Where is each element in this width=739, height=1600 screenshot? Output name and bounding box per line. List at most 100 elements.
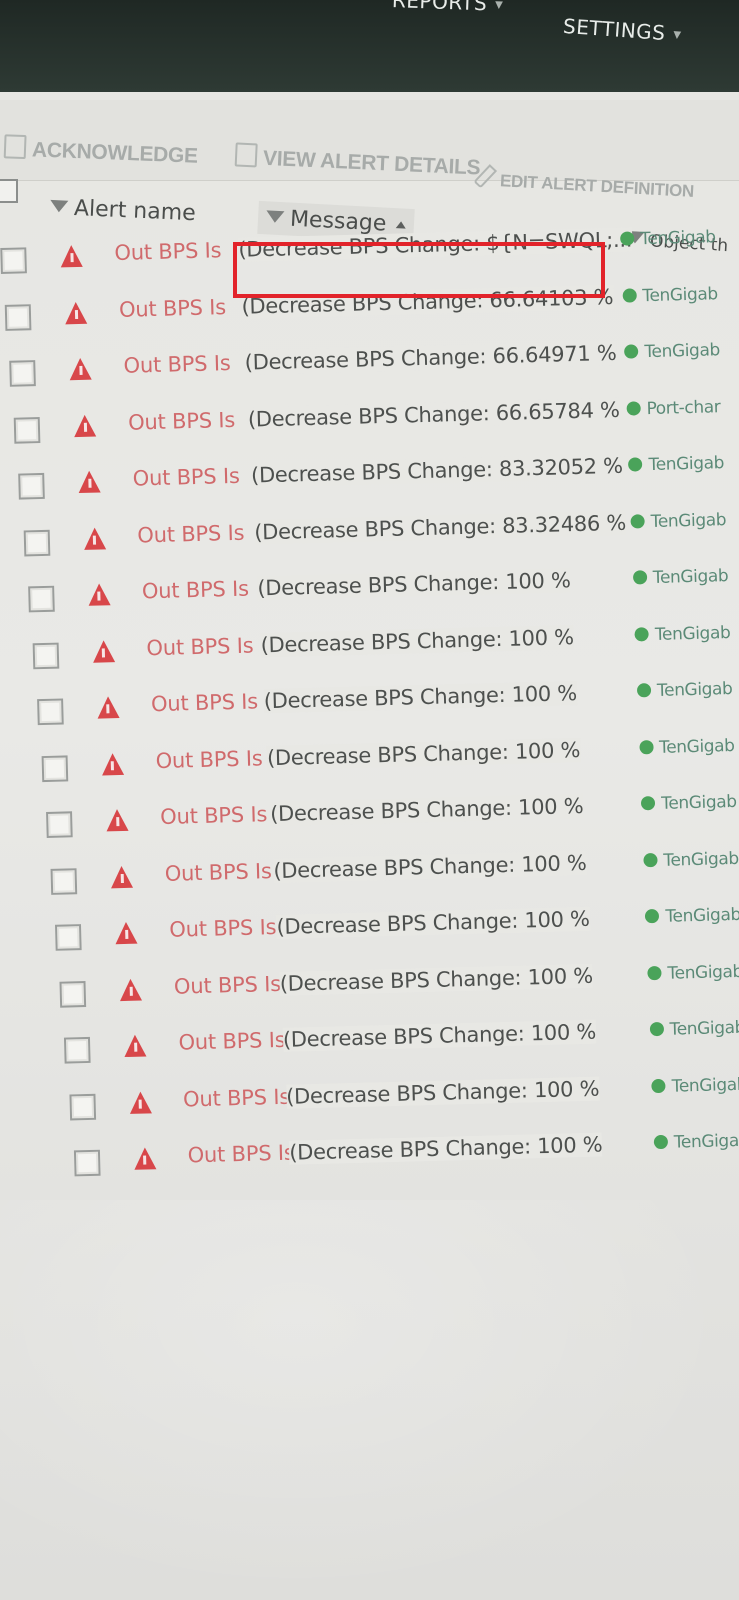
triggering-object[interactable]: TenGigab: [645, 905, 739, 927]
row-checkbox[interactable]: [27, 585, 55, 613]
status-up-icon: [628, 457, 643, 472]
warning-icon: [115, 921, 138, 945]
triggering-object[interactable]: TenGigab: [649, 1018, 739, 1040]
row-checkbox[interactable]: [18, 472, 46, 500]
triggering-object[interactable]: TenGigab: [630, 510, 726, 532]
triggering-object-label: TenGigab: [648, 453, 725, 476]
row-checkbox[interactable]: [68, 1093, 96, 1120]
filter-icon[interactable]: [265, 210, 285, 224]
status-up-icon: [643, 852, 658, 867]
alert-name-link[interactable]: Out BPS Is: [151, 689, 259, 716]
warning-icon: [83, 526, 106, 550]
acknowledge-button[interactable]: ACKNOWLEDGE: [3, 134, 199, 168]
alert-name-link[interactable]: Out BPS Is: [114, 238, 222, 265]
warning-icon: [60, 244, 83, 268]
alert-name-link[interactable]: Out BPS Is: [187, 1141, 295, 1168]
row-checkbox[interactable]: [13, 416, 41, 444]
triggering-object[interactable]: TenGigab: [622, 284, 718, 306]
nav-reports[interactable]: REPORTS ▼: [392, 0, 504, 16]
alert-name-link[interactable]: Out BPS Is: [169, 915, 277, 942]
warning-icon: [78, 470, 102, 494]
triggering-object[interactable]: TenGigab: [641, 792, 737, 814]
alert-name-link[interactable]: Out BPS Is: [146, 633, 254, 660]
alert-name-link[interactable]: Out BPS Is: [155, 746, 263, 773]
warning-icon: [128, 1090, 152, 1114]
alert-name-link[interactable]: Out BPS Is: [132, 464, 240, 491]
column-alert-name[interactable]: Alert name: [0, 193, 197, 227]
status-up-icon: [638, 739, 654, 754]
row-checkbox[interactable]: [32, 642, 59, 669]
status-up-icon: [645, 908, 660, 924]
nav-settings-label: SETTINGS: [562, 13, 667, 45]
alert-message: (Decrease BPS Change: 100 %: [273, 850, 587, 883]
status-up-icon: [626, 400, 641, 416]
row-checkbox[interactable]: [36, 698, 64, 726]
triggering-object[interactable]: TenGigab: [636, 678, 733, 701]
triggering-object[interactable]: TenGigab: [620, 227, 716, 249]
triggering-object[interactable]: TenGigab: [632, 566, 729, 589]
row-checkbox[interactable]: [50, 867, 78, 895]
status-up-icon: [653, 1134, 668, 1150]
triggering-object[interactable]: TenGigab: [647, 961, 739, 983]
triggering-object-label: TenGigab: [671, 1074, 739, 1097]
chevron-down-icon: ▼: [494, 0, 504, 11]
nav-settings[interactable]: SETTINGS ▼: [562, 14, 682, 46]
row-checkbox[interactable]: [9, 360, 37, 387]
chevron-down-icon: ▼: [672, 29, 682, 42]
triggering-object-label: TenGigab: [660, 791, 737, 814]
triggering-object-label: TenGigab: [669, 1017, 739, 1040]
triggering-object[interactable]: TenGigab: [651, 1074, 739, 1096]
alert-name-link[interactable]: Out BPS Is: [174, 971, 282, 998]
row-checkbox[interactable]: [23, 529, 50, 556]
status-up-icon: [620, 231, 635, 246]
alert-name-link[interactable]: Out BPS Is: [160, 802, 268, 829]
row-checkbox[interactable]: [73, 1149, 101, 1177]
triggering-object-label: TenGigab: [650, 509, 727, 532]
top-nav-bar: REPORTS ▼ SETTINGS ▼: [0, 0, 739, 92]
triggering-object[interactable]: Port-char: [626, 397, 721, 419]
alert-message: (Decrease BPS Change: 100 %: [266, 737, 581, 770]
row-checkbox[interactable]: [0, 247, 27, 274]
alert-name-link[interactable]: Out BPS Is: [178, 1028, 286, 1055]
triggering-object-label: TenGigab: [667, 961, 739, 984]
status-up-icon: [630, 513, 645, 529]
triggering-object[interactable]: TenGigab: [653, 1131, 739, 1153]
alert-toolbar: ACKNOWLEDGE VIEW ALERT DETAILS EDIT ALER…: [0, 100, 739, 201]
triggering-object[interactable]: TenGigab: [628, 453, 724, 475]
alert-name-link[interactable]: Out BPS Is: [128, 407, 236, 434]
row-checkbox[interactable]: [46, 811, 73, 838]
alert-message: (Decrease BPS Change: 83.32052 %: [250, 453, 624, 488]
alert-name-link[interactable]: Out BPS Is: [137, 520, 245, 547]
status-up-icon: [624, 344, 639, 359]
triggering-object-label: TenGigab: [656, 678, 733, 701]
acknowledge-label: ACKNOWLEDGE: [31, 138, 199, 168]
row-checkbox[interactable]: [59, 980, 87, 1008]
status-up-icon: [634, 626, 650, 642]
triggering-object-label: TenGigab: [652, 566, 729, 589]
alert-message: (Decrease BPS Change: 100 %: [285, 1076, 600, 1109]
column-alert-name-label: Alert name: [73, 195, 197, 227]
alert-name-link[interactable]: Out BPS Is: [119, 295, 227, 322]
warning-icon: [133, 1147, 157, 1170]
alert-name-link[interactable]: Out BPS Is: [164, 859, 272, 886]
row-checkbox[interactable]: [64, 1036, 92, 1064]
row-checkbox[interactable]: [41, 754, 69, 782]
triggering-object[interactable]: TenGigab: [634, 623, 731, 645]
row-checkbox[interactable]: [4, 303, 32, 331]
triggering-object[interactable]: TenGigab: [643, 848, 739, 870]
alert-name-link[interactable]: Out BPS Is: [183, 1084, 291, 1111]
row-checkbox[interactable]: [55, 924, 82, 951]
filter-icon[interactable]: [49, 199, 69, 213]
alert-message: (Decrease BPS Change: 100 %: [279, 963, 594, 996]
screen: REPORTS ▼ SETTINGS ▼ ACKNOWLEDGE VIEW ALER…: [0, 0, 739, 1600]
status-up-icon: [651, 1078, 666, 1093]
alert-message: (Decrease BPS Change: 100 %: [263, 681, 578, 714]
alert-message: (Decrease BPS Change: 66.65784 %: [247, 397, 620, 432]
status-up-icon: [622, 287, 637, 303]
triggering-object[interactable]: TenGigab: [624, 340, 720, 362]
screen-glare: [0, 1200, 739, 1600]
alert-message: (Decrease BPS Change: 100 %: [260, 624, 575, 657]
alert-name-link[interactable]: Out BPS Is: [123, 351, 231, 378]
triggering-object[interactable]: TenGigab: [638, 735, 735, 757]
alert-name-link[interactable]: Out BPS Is: [142, 577, 250, 604]
